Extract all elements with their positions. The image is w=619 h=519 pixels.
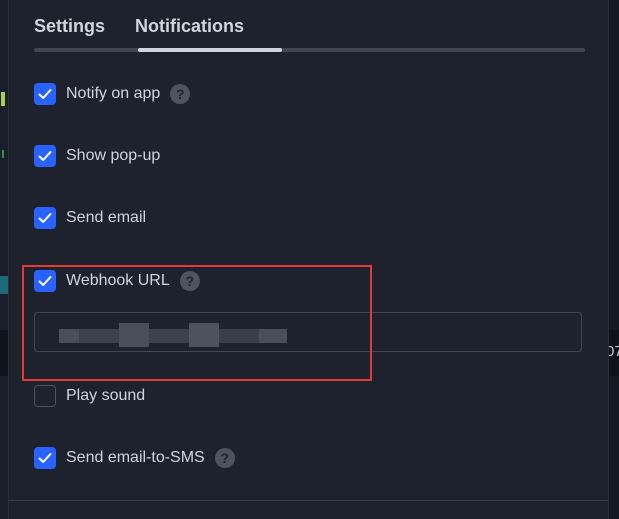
obscured-text — [59, 329, 79, 343]
check-icon — [38, 453, 52, 463]
chart-candle — [1, 92, 5, 106]
chart-left-strip — [0, 0, 8, 519]
option-show-popup[interactable]: Show pop-up — [34, 144, 160, 168]
obscured-text — [259, 329, 287, 343]
option-send-email-to-sms[interactable]: Send email-to-SMS ? — [34, 446, 235, 470]
tab-bar: Settings Notifications — [34, 16, 244, 42]
help-icon[interactable]: ? — [170, 84, 191, 104]
send-email-checkbox[interactable] — [34, 207, 56, 229]
send-email-label: Send email — [66, 209, 147, 226]
obscured-text — [219, 329, 259, 343]
option-play-sound[interactable]: Play sound — [34, 384, 145, 408]
chart-wick — [2, 150, 4, 158]
notify-on-app-checkbox[interactable] — [34, 83, 56, 105]
webhook-url-checkbox[interactable] — [34, 270, 56, 292]
option-send-email[interactable]: Send email — [34, 206, 146, 230]
obscured-text — [119, 323, 149, 347]
send-email-to-sms-label: Send email-to-SMS — [66, 449, 205, 466]
show-popup-checkbox[interactable] — [34, 145, 56, 167]
tab-track — [34, 48, 585, 52]
option-webhook-url[interactable]: Webhook URL ? — [34, 269, 200, 293]
send-email-to-sms-checkbox[interactable] — [34, 447, 56, 469]
option-notify-on-app[interactable]: Notify on app ? — [34, 82, 191, 106]
check-icon — [38, 151, 52, 161]
tab-notifications[interactable]: Notifications — [135, 16, 244, 42]
active-tab-indicator — [138, 48, 282, 52]
chart-bar — [0, 276, 8, 294]
webhook-url-label: Webhook URL — [66, 272, 170, 289]
help-icon[interactable]: ? — [214, 448, 235, 468]
webhook-url-input[interactable] — [34, 312, 582, 352]
obscured-text — [189, 323, 219, 347]
footer-divider — [9, 500, 608, 501]
play-sound-label: Play sound — [66, 387, 146, 404]
check-icon — [38, 89, 52, 99]
alert-settings-dialog: Settings Notifications Notify on app ? S… — [8, 0, 609, 519]
notify-on-app-label: Notify on app — [66, 85, 161, 102]
play-sound-checkbox[interactable] — [34, 385, 56, 407]
obscured-text — [79, 329, 119, 343]
show-popup-label: Show pop-up — [66, 147, 161, 164]
tab-settings[interactable]: Settings — [34, 16, 105, 42]
check-icon — [38, 276, 52, 286]
check-icon — [38, 213, 52, 223]
obscured-text — [149, 329, 189, 343]
help-icon[interactable]: ? — [179, 271, 200, 291]
